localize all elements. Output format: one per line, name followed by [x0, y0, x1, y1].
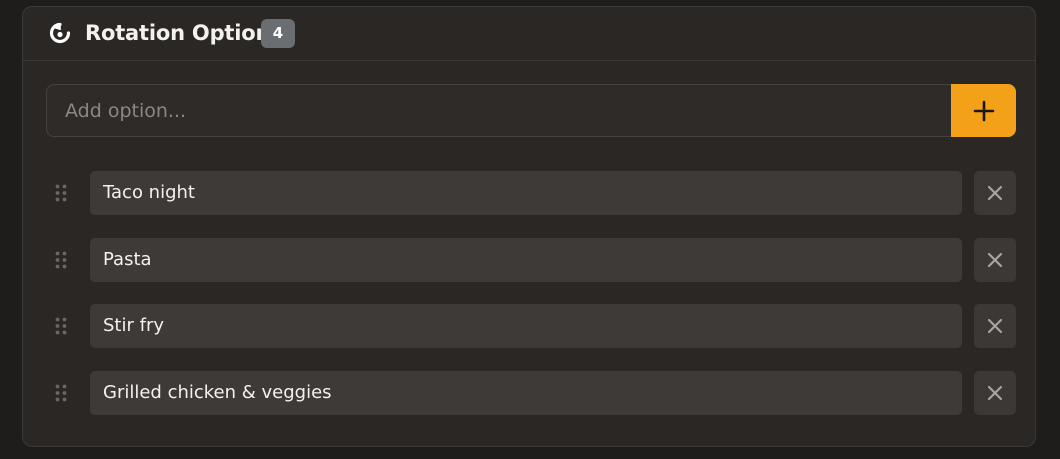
add-option-input[interactable] [46, 84, 951, 137]
option-row: Taco night [46, 171, 1016, 215]
drag-handle-icon[interactable] [54, 383, 68, 403]
option-row: Stir fry [46, 304, 1016, 348]
remove-option-button[interactable] [974, 238, 1016, 282]
option-label[interactable]: Grilled chicken & veggies [90, 371, 962, 415]
add-option-button[interactable] [951, 84, 1016, 137]
panel-title: Rotation Options [85, 21, 283, 45]
close-icon [974, 317, 1016, 335]
remove-option-button[interactable] [974, 371, 1016, 415]
panel-header: Rotation Options 4 [23, 7, 1035, 61]
remove-option-button[interactable] [974, 304, 1016, 348]
close-icon [974, 384, 1016, 402]
option-row: Grilled chicken & veggies [46, 371, 1016, 415]
option-label[interactable]: Taco night [90, 171, 962, 215]
option-label[interactable]: Stir fry [90, 304, 962, 348]
close-icon [974, 251, 1016, 269]
drag-handle-icon[interactable] [54, 316, 68, 336]
plus-icon [951, 100, 1016, 122]
add-option-row [46, 84, 1016, 137]
option-count-badge: 4 [261, 19, 295, 48]
drag-handle-icon[interactable] [54, 250, 68, 270]
option-row: Pasta [46, 238, 1016, 282]
drag-handle-icon[interactable] [54, 183, 68, 203]
close-icon [974, 184, 1016, 202]
remove-option-button[interactable] [974, 171, 1016, 215]
option-label[interactable]: Pasta [90, 238, 962, 282]
rotation-options-panel: Rotation Options 4 Taco night [22, 6, 1036, 447]
rotation-icon [49, 22, 71, 44]
